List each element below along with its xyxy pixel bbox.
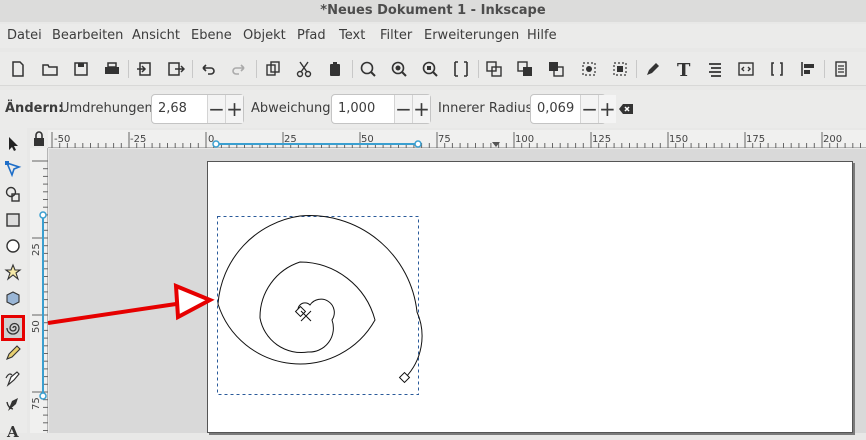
canvas-drawing-layer (47, 215, 423, 395)
selection-bounding-box (217, 216, 419, 395)
spiral-shape[interactable] (217, 215, 423, 379)
rotation-center-icon[interactable] (300, 310, 312, 322)
spiral-inner-handle[interactable] (294, 305, 307, 318)
annotation-arrow (47, 282, 215, 325)
